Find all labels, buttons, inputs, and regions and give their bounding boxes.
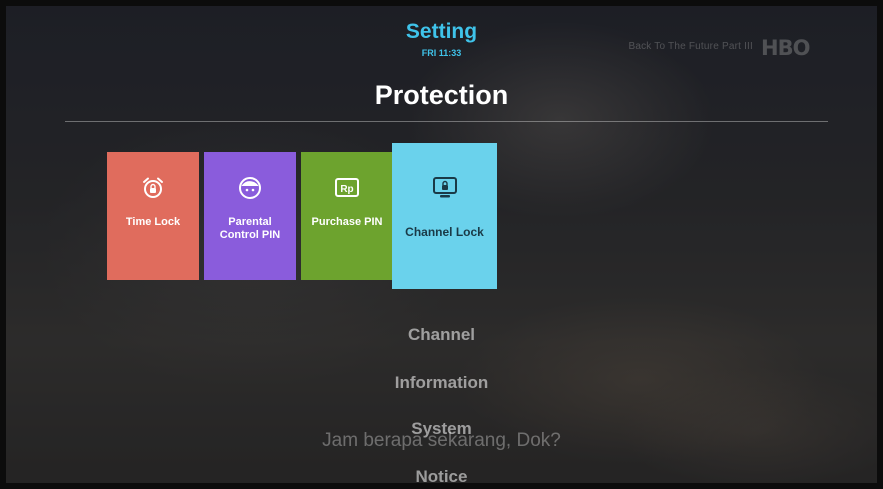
video-subtitle: Jam berapa sekarang, Dok? [322, 430, 561, 451]
section-title: Protection [374, 80, 509, 110]
menu-item-notice[interactable]: Notice [0, 467, 883, 487]
now-playing-title: Back To The Future Part III [628, 41, 753, 52]
tile-parental-control-pin[interactable]: Parental Control PIN [204, 152, 296, 280]
channel-logo: HBO [761, 36, 810, 60]
rp-currency-icon: Rp [334, 176, 360, 200]
menu-item-information[interactable]: Information [0, 373, 883, 393]
tile-label: Channel Lock [405, 225, 484, 239]
tile-time-lock[interactable]: Time Lock [107, 152, 199, 280]
child-face-icon [238, 176, 262, 200]
alarm-clock-lock-icon [141, 176, 165, 200]
title-divider [65, 121, 828, 122]
tile-label: Parental Control PIN [219, 216, 281, 241]
tile-channel-lock[interactable]: Channel Lock [392, 143, 497, 289]
tv-screen: Setting FRI 11:33 Back To The Future Par… [0, 0, 883, 489]
tv-lock-icon [432, 176, 458, 200]
tile-purchase-pin[interactable]: Rp Purchase PIN [301, 152, 393, 280]
tile-label: Purchase PIN [311, 216, 383, 228]
menu-item-channel[interactable]: Channel [0, 325, 883, 345]
svg-text:Rp: Rp [340, 184, 353, 195]
tile-label: Time Lock [125, 216, 181, 228]
